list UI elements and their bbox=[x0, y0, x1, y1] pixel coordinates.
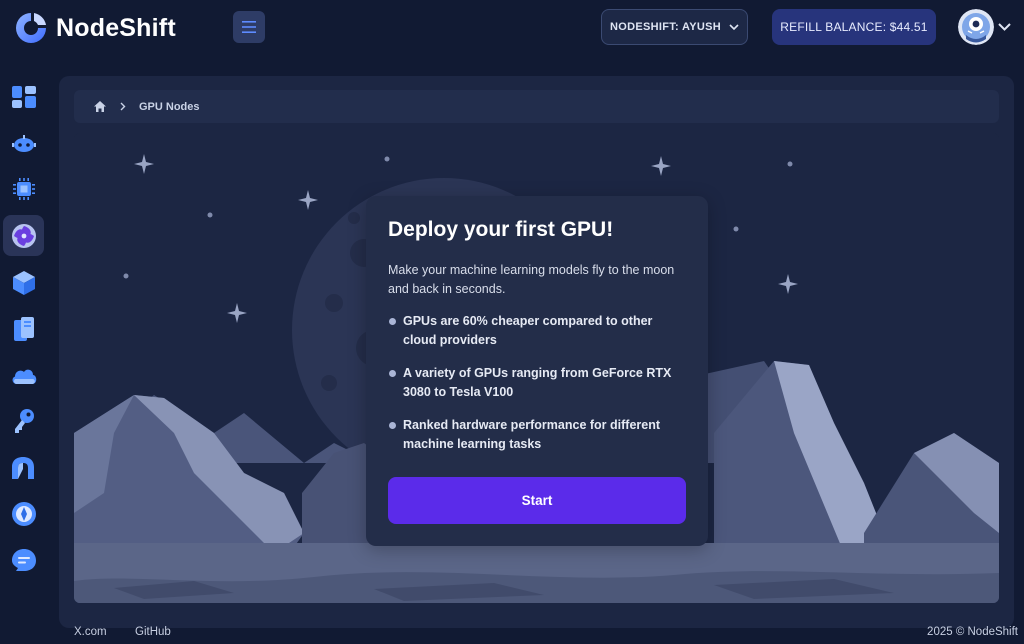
sidebar-item-keys[interactable] bbox=[3, 400, 44, 441]
sidebar-item-bots[interactable] bbox=[3, 123, 44, 164]
top-bar: NodeShift NODESHIFT: AYUSH REFILL BALANC… bbox=[0, 0, 1024, 58]
brand-logo[interactable]: NodeShift bbox=[14, 11, 176, 45]
sidebar-item-network[interactable] bbox=[3, 447, 44, 488]
user-menu[interactable] bbox=[958, 9, 1011, 45]
chevron-down-icon bbox=[729, 24, 739, 30]
sidebar-item-integrations[interactable] bbox=[3, 493, 44, 534]
brand-name: NodeShift bbox=[56, 13, 176, 42]
start-button[interactable]: Start bbox=[388, 477, 686, 524]
feature-list: GPUs are 60% cheaper compared to other c… bbox=[388, 312, 686, 453]
list-item: GPUs are 60% cheaper compared to other c… bbox=[388, 312, 686, 349]
sidebar-item-compute[interactable] bbox=[3, 168, 44, 209]
account-label: NODESHIFT: AYUSH bbox=[610, 21, 721, 33]
home-icon[interactable] bbox=[94, 101, 106, 112]
sidebar-item-containers[interactable] bbox=[3, 262, 44, 303]
sidebar-item-support[interactable] bbox=[3, 540, 44, 581]
robot-icon bbox=[11, 134, 36, 152]
chevron-down-icon bbox=[998, 23, 1011, 31]
dashboard-grid-icon bbox=[11, 85, 36, 108]
refill-balance-button[interactable]: REFILL BALANCE: $44.51 bbox=[772, 9, 936, 45]
breadcrumb: GPU Nodes bbox=[74, 90, 999, 123]
refill-label: REFILL BALANCE: bbox=[780, 20, 887, 34]
card-title: Deploy your first GPU! bbox=[388, 218, 614, 241]
key-icon bbox=[14, 408, 34, 433]
footer-copyright: 2025 © NodeShift bbox=[927, 626, 1018, 638]
sidebar-item-cloud[interactable] bbox=[3, 355, 44, 396]
sidebar-item-dashboard[interactable] bbox=[3, 76, 44, 117]
deploy-gpu-card: Deploy your first GPU! Make your machine… bbox=[366, 196, 708, 546]
nodeshift-logo-icon bbox=[16, 13, 46, 43]
list-item: Ranked hardware performance for differen… bbox=[388, 416, 686, 453]
footer-link-github[interactable]: GitHub bbox=[135, 626, 171, 638]
chat-bubble-icon bbox=[11, 548, 36, 571]
gpu-swirl-icon bbox=[11, 223, 36, 248]
hamburger-icon bbox=[242, 21, 256, 33]
chevron-right-icon bbox=[120, 102, 126, 111]
list-item: A variety of GPUs ranging from GeForce R… bbox=[388, 364, 686, 401]
account-switcher-button[interactable]: NODESHIFT: AYUSH bbox=[601, 9, 748, 45]
arch-icon bbox=[11, 456, 34, 479]
menu-toggle-button[interactable] bbox=[233, 11, 265, 43]
compass-icon bbox=[11, 501, 36, 526]
breadcrumb-current: GPU Nodes bbox=[139, 100, 200, 113]
cloud-icon bbox=[12, 369, 36, 384]
balance-amount: $44.51 bbox=[889, 20, 928, 34]
avatar bbox=[958, 9, 994, 45]
cpu-chip-icon bbox=[12, 177, 35, 200]
card-description: Make your machine learning models fly to… bbox=[388, 263, 675, 296]
footer-link-x[interactable]: X.com bbox=[74, 626, 107, 638]
storage-buckets-icon bbox=[13, 316, 34, 341]
sidebar-item-gpu-nodes[interactable] bbox=[3, 215, 44, 256]
sidebar-item-storage[interactable] bbox=[3, 308, 44, 349]
cube-icon bbox=[12, 270, 35, 295]
